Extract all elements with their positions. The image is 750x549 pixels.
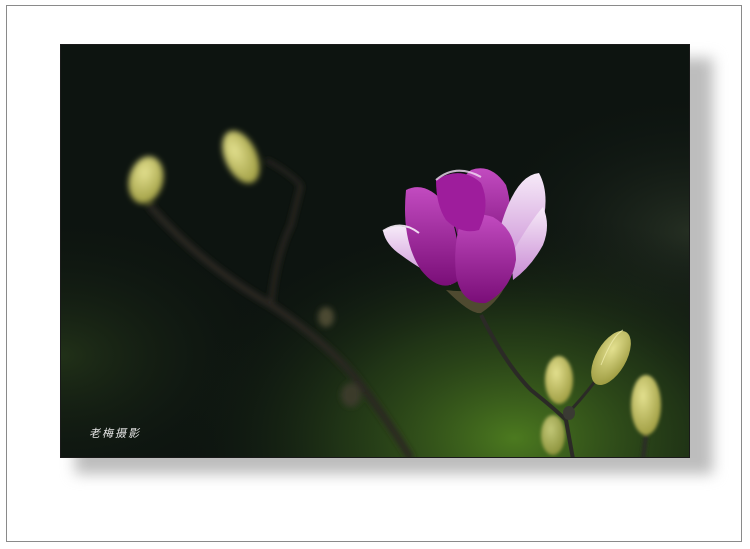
magnolia-photo — [61, 45, 689, 457]
photo: 老梅摄影 — [60, 44, 690, 458]
photographer-signature: 老梅摄影 — [89, 427, 141, 440]
